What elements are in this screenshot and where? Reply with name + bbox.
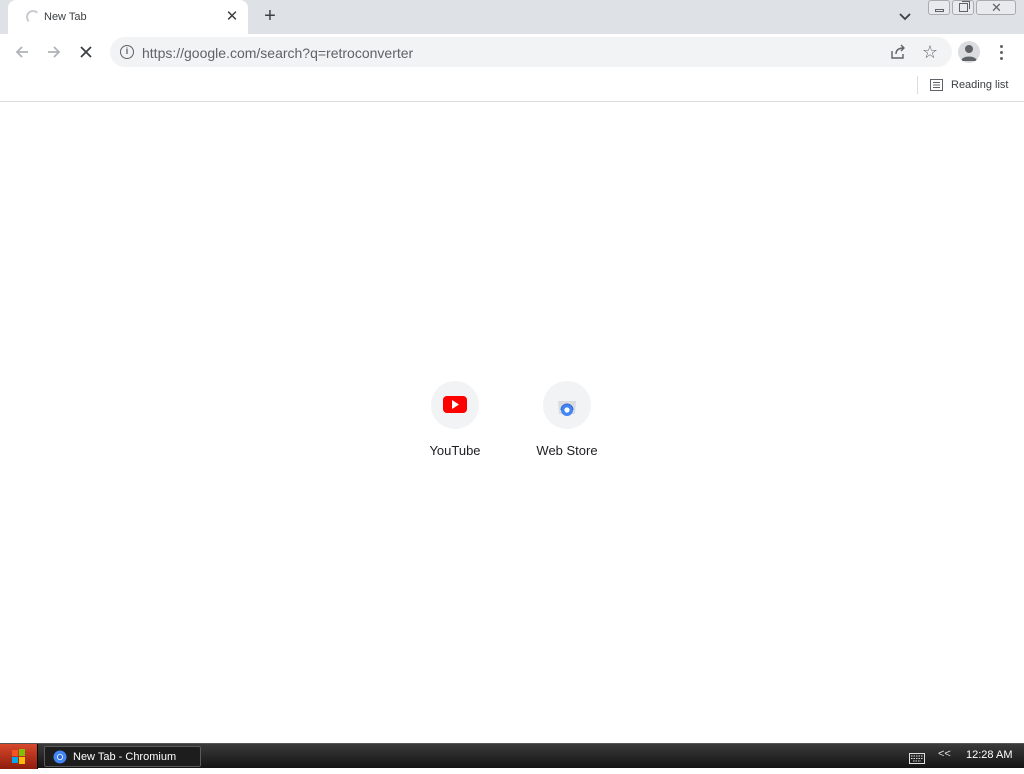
stop-x-icon (80, 46, 92, 58)
window-controls: ✕ (928, 0, 1020, 16)
tab-new-tab[interactable]: New Tab ✕ (8, 0, 248, 34)
browser-toolbar: i https://google.com/search?q=retroconve… (0, 34, 1024, 70)
avatar-icon (961, 45, 977, 61)
shortcut-label: YouTube (429, 443, 481, 458)
tab-strip: New Tab ✕ + ✕ (0, 0, 1024, 34)
tab-title: New Tab (44, 11, 87, 23)
youtube-icon (443, 396, 467, 413)
share-icon (891, 44, 905, 59)
new-tab-page: YouTube Web Store (0, 103, 1024, 743)
windows-logo-icon (12, 749, 25, 764)
url-text[interactable]: https://google.com/search?q=retroconvert… (142, 45, 413, 61)
os-taskbar: New Tab - Chromium << 12:28 AM (0, 743, 1024, 769)
start-button[interactable] (0, 744, 38, 769)
reading-list-label: Reading list (951, 79, 1009, 91)
shortcut-icon-container (431, 381, 479, 429)
reading-list-icon (930, 79, 943, 91)
tab-close-button[interactable]: ✕ (222, 7, 242, 27)
close-window-button[interactable]: ✕ (976, 0, 1016, 15)
chromium-icon (53, 750, 67, 763)
new-tab-button[interactable]: + (258, 5, 282, 29)
bookmark-star-icon[interactable]: ☆ (920, 42, 940, 62)
shortcut-label: Web Store (536, 443, 598, 458)
chevron-down-icon (899, 13, 911, 21)
close-icon: ✕ (991, 0, 1002, 15)
minimize-icon (935, 9, 944, 12)
taskbar-chromium-window[interactable]: New Tab - Chromium (44, 746, 201, 767)
web-store-icon (558, 401, 576, 416)
bookmarks-separator (917, 76, 918, 94)
keyboard-tray-button[interactable] (909, 751, 925, 764)
loading-spinner-icon (26, 10, 40, 24)
shortcut-tile-web-store[interactable]: Web Store (511, 375, 623, 465)
arrow-right-icon (48, 46, 61, 58)
taskbar-clock[interactable]: 12:28 AM (966, 749, 1012, 761)
keyboard-icon (909, 753, 925, 764)
restore-icon (959, 1, 970, 12)
site-info-icon[interactable]: i (120, 45, 134, 59)
address-bar[interactable]: i https://google.com/search?q=retroconve… (110, 37, 952, 67)
browser-menu-button[interactable] (994, 41, 1010, 63)
back-button[interactable] (9, 39, 35, 65)
shortcut-icon-container (543, 381, 591, 429)
profile-button[interactable] (958, 41, 980, 63)
taskbar-window-title: New Tab - Chromium (73, 750, 177, 763)
bookmarks-bar: Reading list (0, 70, 1024, 102)
arrow-left-icon (15, 46, 28, 58)
tab-search-button[interactable] (894, 8, 916, 26)
stop-loading-button[interactable] (73, 39, 99, 65)
minimize-button[interactable] (928, 0, 950, 15)
restore-button[interactable] (952, 0, 974, 15)
shortcut-tile-youtube[interactable]: YouTube (399, 375, 511, 465)
tray-expand-button[interactable]: << (938, 748, 951, 760)
share-button[interactable] (890, 44, 906, 60)
forward-button[interactable] (41, 39, 67, 65)
reading-list-button[interactable]: Reading list (930, 76, 1008, 94)
